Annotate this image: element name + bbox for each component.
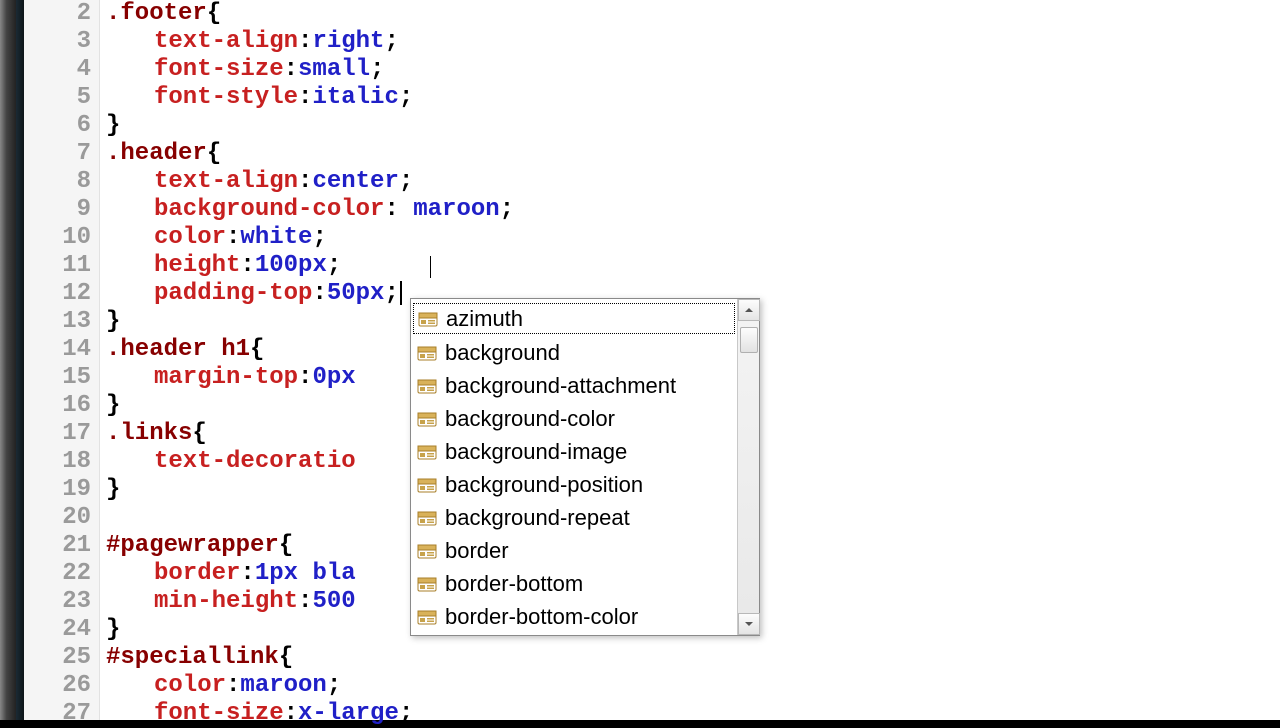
text-cursor [400, 281, 402, 305]
autocomplete-item-label: background-color [445, 405, 615, 433]
autocomplete-item-label: background [445, 339, 560, 367]
line-number: 3 [24, 28, 99, 56]
autocomplete-item-label: azimuth [446, 305, 523, 333]
autocomplete-item[interactable]: border [411, 534, 737, 567]
line-number: 16 [24, 392, 99, 420]
autocomplete-item[interactable]: background [411, 336, 737, 369]
autocomplete-item[interactable]: azimuth [412, 302, 736, 335]
code-area[interactable]: azimuth background background-attachment ba… [100, 0, 1280, 720]
line-number: 19 [24, 476, 99, 504]
code-line[interactable]: height:100px; [106, 252, 1280, 280]
code-line[interactable]: color:white; [106, 224, 1280, 252]
autocomplete-item-label: border-bottom-color [445, 603, 638, 631]
code-line[interactable]: font-size:small; [106, 56, 1280, 84]
line-number: 5 [24, 84, 99, 112]
css-property-icon [417, 607, 437, 627]
code-editor[interactable]: 2345678910111213141516171819202122232425… [24, 0, 1280, 720]
autocomplete-item[interactable]: background-attachment [411, 369, 737, 402]
line-number: 15 [24, 364, 99, 392]
autocomplete-item-label: background-image [445, 438, 627, 466]
line-number: 18 [24, 448, 99, 476]
line-number: 20 [24, 504, 99, 532]
line-number: 23 [24, 588, 99, 616]
autocomplete-item[interactable]: background-repeat [411, 501, 737, 534]
line-number: 14 [24, 336, 99, 364]
css-property-icon [417, 409, 437, 429]
css-property-icon [417, 376, 437, 396]
code-line[interactable]: #speciallink{ [106, 644, 1280, 672]
autocomplete-item-label: background-position [445, 471, 643, 499]
code-line[interactable]: .footer{ [106, 0, 1280, 28]
css-property-icon [417, 442, 437, 462]
chevron-up-icon [744, 305, 754, 315]
code-line[interactable]: text-align:center; [106, 168, 1280, 196]
line-number: 27 [24, 700, 99, 728]
css-property-icon [417, 508, 437, 528]
autocomplete-list[interactable]: azimuth background background-attachment ba… [411, 299, 737, 635]
line-number: 10 [24, 224, 99, 252]
autocomplete-item-label: background-repeat [445, 504, 630, 532]
line-number: 7 [24, 140, 99, 168]
line-number: 17 [24, 420, 99, 448]
autocomplete-item[interactable]: border-bottom [411, 567, 737, 600]
line-number: 25 [24, 644, 99, 672]
window-frame-left-inner [16, 0, 24, 720]
line-number: 12 [24, 280, 99, 308]
code-line[interactable]: } [106, 112, 1280, 140]
autocomplete-item-label: background-attachment [445, 372, 676, 400]
line-number: 8 [24, 168, 99, 196]
autocomplete-popup[interactable]: azimuth background background-attachment ba… [410, 298, 760, 636]
line-number: 24 [24, 616, 99, 644]
autocomplete-item[interactable]: background-position [411, 468, 737, 501]
scroll-thumb[interactable] [740, 327, 758, 353]
scroll-down-button[interactable] [738, 613, 760, 635]
line-number: 6 [24, 112, 99, 140]
code-line[interactable]: text-align:right; [106, 28, 1280, 56]
autocomplete-scrollbar[interactable] [737, 299, 759, 635]
code-line[interactable]: color:maroon; [106, 672, 1280, 700]
css-property-icon [418, 309, 438, 329]
scroll-up-button[interactable] [738, 299, 760, 321]
line-number: 26 [24, 672, 99, 700]
line-number: 2 [24, 0, 99, 28]
css-property-icon [417, 574, 437, 594]
css-property-icon [417, 475, 437, 495]
line-number: 11 [24, 252, 99, 280]
autocomplete-item[interactable]: background-color [411, 402, 737, 435]
css-property-icon [417, 541, 437, 561]
secondary-caret [430, 256, 431, 278]
code-line[interactable]: background-color: maroon; [106, 196, 1280, 224]
chevron-down-icon [744, 619, 754, 629]
window-frame-left [0, 0, 16, 720]
code-line[interactable]: font-style:italic; [106, 84, 1280, 112]
code-line[interactable]: font-size:x-large; [106, 700, 1280, 728]
autocomplete-item[interactable]: border-bottom-color [411, 600, 737, 633]
autocomplete-item-label: border [445, 537, 509, 565]
css-property-icon [417, 343, 437, 363]
line-number-gutter: 2345678910111213141516171819202122232425… [24, 0, 100, 720]
autocomplete-item-label: border-bottom [445, 570, 583, 598]
line-number: 22 [24, 560, 99, 588]
line-number: 4 [24, 56, 99, 84]
code-line[interactable]: .header{ [106, 140, 1280, 168]
line-number: 21 [24, 532, 99, 560]
line-number: 13 [24, 308, 99, 336]
line-number: 9 [24, 196, 99, 224]
autocomplete-item[interactable]: background-image [411, 435, 737, 468]
